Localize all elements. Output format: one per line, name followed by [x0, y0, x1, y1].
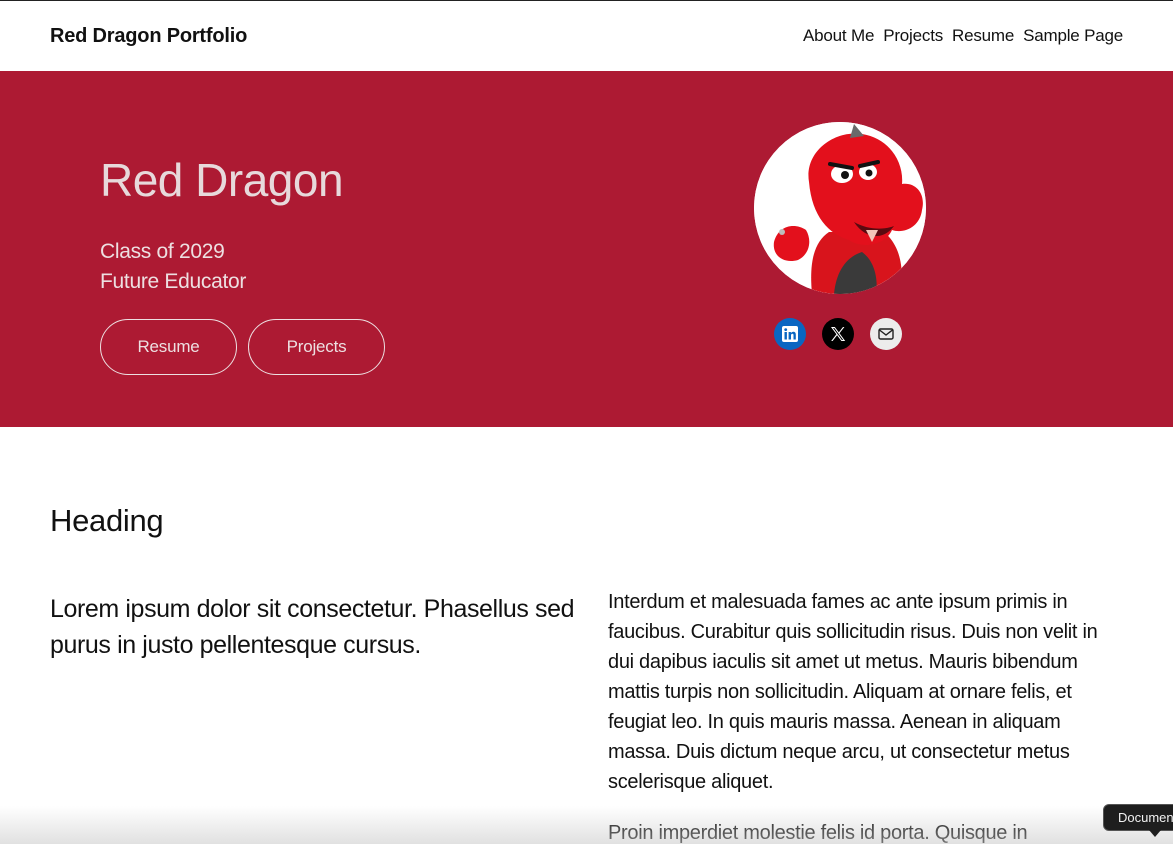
site-title[interactable]: Red Dragon Portfolio	[50, 25, 247, 48]
x-icon[interactable]	[822, 318, 854, 350]
linkedin-icon[interactable]	[774, 318, 806, 350]
red-dragon-mascot-image	[754, 122, 926, 294]
tooltip-arrow	[1149, 830, 1161, 837]
hero-name: Red Dragon	[100, 154, 344, 206]
main-nav: About Me Projects Resume Sample Page	[803, 26, 1123, 46]
nav-item-projects[interactable]: Projects	[883, 26, 943, 46]
mail-icon[interactable]	[870, 318, 902, 350]
lead-paragraph: Lorem ipsum dolor sit consectetur. Phase…	[50, 595, 575, 659]
social-links	[774, 318, 902, 350]
body-paragraph-1: Interdum et malesuada fames ac ante ipsu…	[608, 591, 1098, 793]
tooltip: Document	[1103, 804, 1173, 831]
class-year: Class of 2029	[100, 240, 225, 263]
avatar	[754, 122, 926, 294]
projects-button[interactable]: Projects	[248, 319, 385, 375]
career-goal: Future Educator	[100, 270, 247, 293]
hero-subtitle: Class of 2029 Future Educator	[100, 237, 246, 297]
section-heading: Heading	[50, 503, 164, 538]
nav-item-resume[interactable]: Resume	[952, 26, 1014, 46]
nav-item-sample-page[interactable]: Sample Page	[1023, 26, 1123, 46]
site-header: Red Dragon Portfolio About Me Projects R…	[0, 1, 1173, 71]
body-paragraph-2: Proin imperdiet molestie felis id porta.…	[608, 822, 1028, 844]
resume-button[interactable]: Resume	[100, 319, 237, 375]
nav-item-about-me[interactable]: About Me	[803, 26, 874, 46]
body-column: Interdum et malesuada fames ac ante ipsu…	[608, 587, 1128, 844]
page: Red Dragon Portfolio About Me Projects R…	[0, 0, 1173, 844]
hero-section: Red Dragon Class of 2029 Future Educator…	[0, 71, 1173, 427]
